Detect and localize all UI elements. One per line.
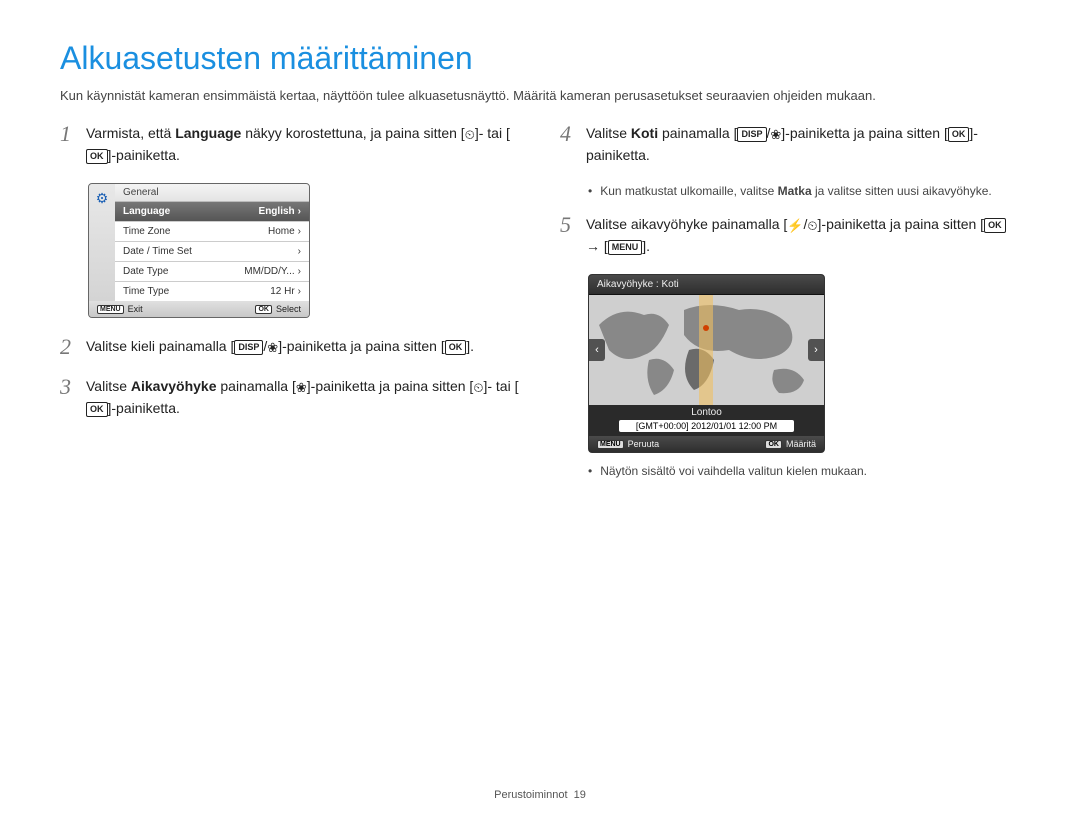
menu-row-timezone: Time Zone Home› [115,222,309,242]
page-title: Alkuasetusten määrittäminen [60,40,1020,77]
tz-next-button[interactable]: › [808,339,824,361]
ok-icon: OK [984,218,1006,233]
timer-icon: ⏲ [807,217,817,236]
tz-prev-button[interactable]: ‹ [589,339,605,361]
settings-menu-screenshot: ⚙ General Language English› Time Zone Ho… [88,183,310,318]
ok-icon: OK [86,402,108,417]
menu-icon: MENU [608,240,643,255]
step-text: Varmista, että Language näkyy korostettu… [86,123,520,165]
step-number: 3 [60,376,78,398]
tz-foot-cancel: MENU Peruuta [597,439,659,449]
chevron-right-icon: › [298,286,301,297]
step-number: 2 [60,336,78,358]
gear-icon: ⚙ [89,184,115,301]
ok-icon: OK [86,149,108,164]
tz-title: Aikavyöhyke : Koti [589,275,824,295]
ok-icon: OK [948,127,970,142]
flash-icon: ⚡ [787,217,803,236]
step-text: Valitse Aikavyöhyke painamalla [❀]-paini… [86,376,520,418]
right-column: 4 Valitse Koti painamalla [DISP/❀]-paini… [560,123,1020,494]
flower-icon: ❀ [296,379,307,398]
ok-badge-icon: OK [255,305,272,314]
step-5: 5 Valitse aikavyöhyke painamalla [⚡/⏲]-p… [560,214,1020,256]
page-footer: Perustoiminnot 19 [0,789,1080,801]
step-2: 2 Valitse kieli painamalla [DISP/❀]-pain… [60,336,520,358]
flower-icon: ❀ [267,339,278,358]
flower-icon: ❀ [770,126,781,145]
step-number: 5 [560,214,578,236]
menu-row-language: Language English› [115,202,309,222]
step-5-note: Näytön sisältö voi vaihdella valitun kie… [588,463,1020,480]
step-4-note: Kun matkustat ulkomaille, valitse Matka … [588,183,1020,200]
intro-text: Kun käynnistät kameran ensimmäistä kerta… [60,87,1020,105]
chevron-right-icon: › [298,226,301,237]
menu-foot-exit: MENU Exit [97,304,143,314]
disp-icon: DISP [737,127,766,142]
chevron-right-icon: › [298,266,301,277]
chevron-right-icon: › [298,246,301,257]
menu-badge-icon: MENU [597,440,624,449]
ok-icon: OK [445,340,467,355]
menu-foot-select: OK Select [255,304,301,314]
step-text: Valitse Koti painamalla [DISP/❀]-painike… [586,123,1020,165]
tz-gmt: [GMT+00:00] 2012/01/01 12:00 PM [619,420,794,432]
step-text: Valitse kieli painamalla [DISP/❀]-painik… [86,336,474,358]
disp-icon: DISP [234,340,263,355]
chevron-right-icon: › [298,206,301,217]
step-1: 1 Varmista, että Language näkyy korostet… [60,123,520,165]
timer-icon: ⏲ [465,126,475,145]
ok-badge-icon: OK [765,440,782,449]
menu-row-timetype: Time Type 12 Hr› [115,282,309,301]
tz-city: Lontoo [589,405,824,420]
step-number: 1 [60,123,78,145]
menu-badge-icon: MENU [97,305,124,314]
timezone-screenshot: Aikavyöhyke : Koti ‹ [588,274,825,453]
step-text: Valitse aikavyöhyke painamalla [⚡/⏲]-pai… [586,214,1020,256]
step-number: 4 [560,123,578,145]
menu-row-datetime: Date / Time Set › [115,242,309,262]
timer-icon: ⏲ [473,379,483,398]
menu-header: General [115,184,309,202]
left-column: 1 Varmista, että Language näkyy korostet… [60,123,520,494]
step-3: 3 Valitse Aikavyöhyke painamalla [❀]-pai… [60,376,520,418]
step-4: 4 Valitse Koti painamalla [DISP/❀]-paini… [560,123,1020,165]
tz-foot-set: OK Määritä [765,439,816,449]
menu-row-datetype: Date Type MM/DD/Y...› [115,262,309,282]
world-map: ‹ › [589,295,824,405]
